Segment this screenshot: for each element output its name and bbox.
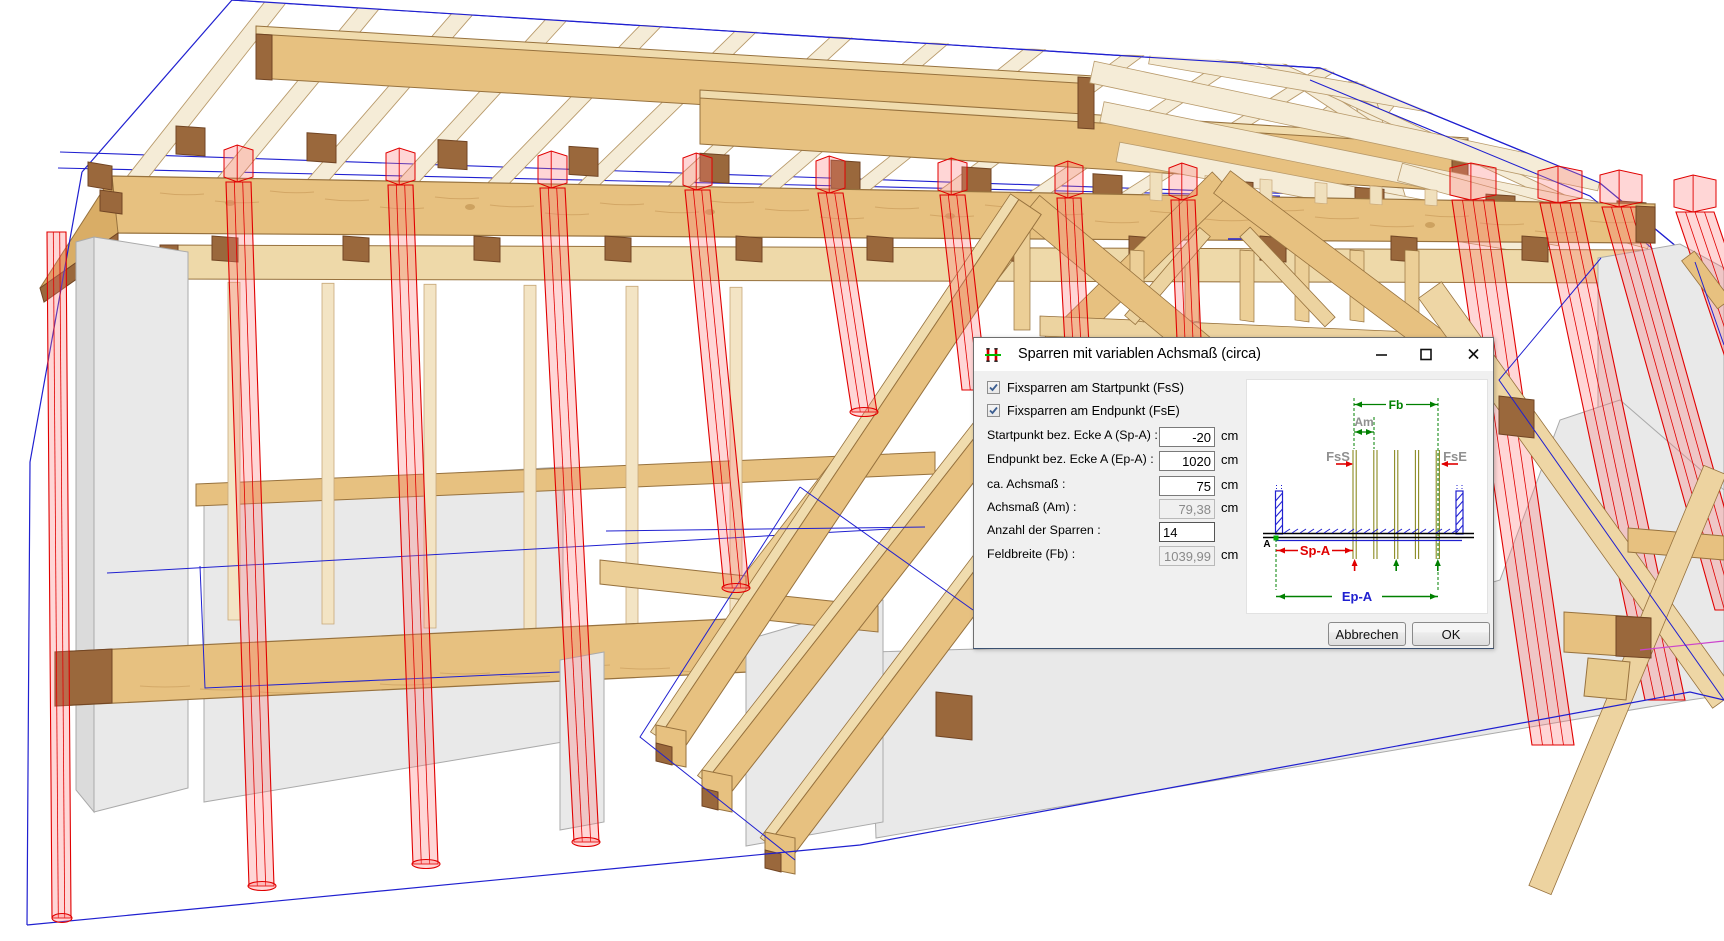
svg-text:A: A	[1263, 539, 1270, 550]
svg-text:Fb: Fb	[1389, 398, 1404, 412]
svg-text:Am: Am	[1354, 415, 1373, 429]
svg-text:Ep-A: Ep-A	[1342, 589, 1373, 604]
svg-text:Sp-A: Sp-A	[1300, 543, 1331, 558]
